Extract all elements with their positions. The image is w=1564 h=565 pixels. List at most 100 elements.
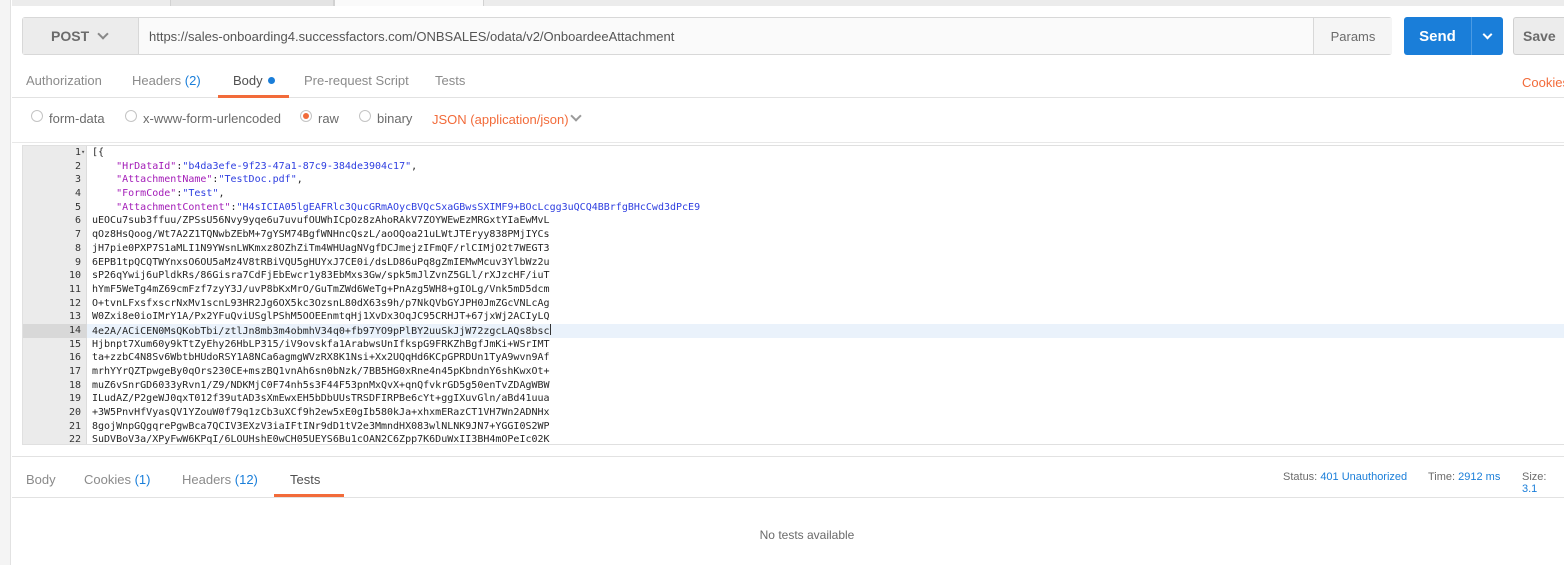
line-number: 20	[68, 407, 81, 419]
tab-label: Tests	[435, 73, 466, 88]
status-value[interactable]: 401 Unauthorized	[1320, 471, 1407, 483]
code-content: jH7pie0PXP7S1aMLI1N9YWsnLWKmxz8OZhZiTm4W…	[92, 242, 550, 254]
tab-authorization[interactable]: Authorization	[26, 73, 102, 88]
status-readout: Status: 401 Unauthorized	[1283, 471, 1407, 483]
radio-form-data[interactable]	[31, 110, 43, 122]
code-line[interactable]: 13 W0Zxi8e0ioIMrY1A/Px2YFuQviUSglPShM5OOE…	[23, 310, 1564, 324]
code-content: ta+zzbC4N8Sv6WbtbHUdoRSY1A8NCa6agmgWVzRX…	[92, 352, 550, 364]
tab-headers[interactable]: Headers (2)	[132, 73, 201, 88]
code-content: W0Zxi8e0ioIMrY1A/Px2YFuQviUSglPShM5OOEEn…	[92, 311, 550, 323]
code-line[interactable]: 11 hYmF5WeTg4mZ69cmFzf7zyY3J/uvP8bKxMrO/G…	[23, 283, 1564, 297]
tab-tests[interactable]: Tests	[435, 73, 465, 88]
radio-binary[interactable]	[359, 110, 371, 122]
line-number: 19	[68, 393, 81, 405]
line-number: 16	[68, 352, 81, 364]
content-type-select[interactable]: JSON (application/json)	[432, 112, 569, 127]
radio-raw[interactable]	[300, 110, 312, 122]
cookies-link[interactable]: Cookies	[1522, 75, 1564, 90]
code-line[interactable]: 15 Hjbnpt7Xum60y9kTtZyEhy26HbLP315/iV9ovs…	[23, 338, 1564, 352]
json-key: "FormCode"	[116, 188, 177, 200]
chevron-down-icon[interactable]	[570, 110, 582, 122]
code-line[interactable]: 21 8gojWnpGQgqrePgwBca7QCIV3EXzV3iaIFtINr…	[23, 420, 1564, 434]
code-line[interactable]: 12 O+tvnLFxsfxscrNxMv1scnL93HR2Jg6OX5kc3O…	[23, 297, 1564, 311]
time-readout: Time: 2912 ms	[1428, 471, 1500, 483]
code-text: +3W5PnvHfVyasQV1YZouW0f79q1zCb3uXCf9h2ew…	[92, 406, 550, 420]
code-text: mrhYYrQZTpwgeBy0qOrs230CE+mszBQ1vnAh6sn0…	[92, 365, 550, 379]
code-content: Hjbnpt7Xum60y9kTtZyEhy26HbLP315/iV9ovskf…	[92, 338, 550, 350]
tab-body[interactable]: Body	[233, 73, 275, 88]
tab-pre-request-script[interactable]: Pre-request Script	[304, 73, 409, 88]
line-number: 13	[68, 311, 81, 323]
code-content: uEOCu7sub3ffuu/ZPSsU56Nvy9yqe6u7uvufOUWh…	[92, 215, 550, 227]
code-editor[interactable]: 1 ▾ [{2 "HrDataId":"b4da3efe-9f23-47a1-87c…	[22, 145, 1564, 445]
code-content: ILudAZ/P2geWJ0qxT012f39utAD3sXmEwxEH5bDb…	[92, 393, 550, 405]
status-label: Status:	[1283, 471, 1318, 483]
line-number: 21	[68, 420, 81, 432]
json-value: "Test"	[182, 188, 219, 200]
code-content: 4e2A/ACiCEN0MsQKobTbi/ztlJn8mb3m4obmhV34…	[92, 325, 550, 337]
code-text: 8gojWnpGQgqrePgwBca7QCIV3EXzV3iaIFtINr9d…	[92, 420, 550, 434]
send-button[interactable]: Send	[1404, 17, 1503, 55]
json-value: "TestDoc.pdf"	[218, 174, 297, 186]
code-line[interactable]: 14 4e2A/ACiCEN0MsQKobTbi/ztlJn8mb3m4obmhV…	[23, 323, 1564, 338]
time-value[interactable]: 2912 ms	[1458, 471, 1500, 483]
size-value[interactable]: 3.1	[1522, 483, 1537, 495]
send-options-button[interactable]	[1471, 17, 1503, 55]
code-line[interactable]: 8 jH7pie0PXP7S1aMLI1N9YWsnLWKmxz8OZhZiTm4…	[23, 242, 1564, 256]
response-tab-headers[interactable]: Headers (12)	[182, 472, 258, 487]
code-line[interactable]: 5 "AttachmentContent":"H4sICIA05lgEAFRlc…	[23, 201, 1564, 215]
response-tab-tests[interactable]: Tests	[290, 472, 320, 487]
code-content: sP26qYwij6uPldkRs/86Gisra7CdFjEbEwcr1y83…	[92, 270, 550, 282]
params-button[interactable]: Params	[1313, 18, 1392, 54]
code-content: qOz8HsQoog/Wt7A2Z1TQNwbZEbM+7gYSM74BgfWN…	[92, 229, 550, 241]
save-button[interactable]: Save	[1513, 17, 1564, 55]
code-line[interactable]: 1 ▾ [{	[23, 146, 1564, 160]
response-tabs: Body Cookies (1) Headers (12) Tests Stat…	[12, 458, 1564, 498]
code-line[interactable]: 10 sP26qYwij6uPldkRs/86Gisra7CdFjEbEwcr1y…	[23, 269, 1564, 283]
send-label[interactable]: Send	[1404, 17, 1471, 55]
code-text: sP26qYwij6uPldkRs/86Gisra7CdFjEbEwcr1y83…	[92, 269, 550, 283]
code-text: W0Zxi8e0ioIMrY1A/Px2YFuQviUSglPShM5OOEEn…	[92, 310, 550, 324]
code-line[interactable]: 18 muZ6vSnrGD6033yRvn1/Z9/NDKMjC0F74nh5s3…	[23, 379, 1564, 393]
left-sidebar-edge	[0, 0, 11, 565]
code-line[interactable]: 7 qOz8HsQoog/Wt7A2Z1TQNwbZEbM+7gYSM74BgfW…	[23, 228, 1564, 242]
request-tab-strip[interactable]	[12, 0, 1564, 6]
request-tab[interactable]	[170, 0, 334, 6]
code-line[interactable]: 3 "AttachmentName":"TestDoc.pdf",	[23, 173, 1564, 187]
code-lines[interactable]: 1 ▾ [{2 "HrDataId":"b4da3efe-9f23-47a1-87c…	[23, 146, 1564, 444]
code-line[interactable]: 20 +3W5PnvHfVyasQV1YZouW0f79q1zCb3uXCf9h2…	[23, 406, 1564, 420]
code-line[interactable]: 22 SuDVBoV3a/XPyFwW6KPqI/6LOUHshE0wCH05UE…	[23, 433, 1564, 444]
code-line[interactable]: 4 "FormCode":"Test",	[23, 187, 1564, 201]
code-text: jH7pie0PXP7S1aMLI1N9YWsnLWKmxz8OZhZiTm4W…	[92, 242, 550, 256]
code-line[interactable]: 17 mrhYYrQZTpwgeBy0qOrs230CE+mszBQ1vnAh6s…	[23, 365, 1564, 379]
url-input[interactable]	[149, 27, 1309, 45]
radio-urlencoded[interactable]	[125, 110, 137, 122]
line-number: 8	[74, 242, 81, 254]
code-line[interactable]: 6 uEOCu7sub3ffuu/ZPSsU56Nvy9yqe6u7uvufOUW…	[23, 214, 1564, 228]
code-line[interactable]: 2 "HrDataId":"b4da3efe-9f23-47a1-87c9-38…	[23, 160, 1564, 174]
line-number: 9	[74, 256, 81, 268]
line-number: 18	[68, 379, 81, 391]
code-text: [{	[92, 146, 104, 160]
code-text: "HrDataId":"b4da3efe-9f23-47a1-87c9-384d…	[92, 160, 417, 174]
code-line[interactable]: 9 6EPB1tpQCQTWYnxsO6OU5aMz4V8tRBiVQU5gHUY…	[23, 256, 1564, 270]
comma: ,	[296, 174, 303, 186]
json-key: "HrDataId"	[116, 160, 177, 172]
tab-label: Headers	[182, 472, 232, 487]
code-line[interactable]: 19 ILudAZ/P2geWJ0qxT012f39utAD3sXmEwxEH5b…	[23, 392, 1564, 406]
method-select[interactable]: POST	[23, 18, 139, 54]
response-tab-body[interactable]: Body	[26, 472, 56, 487]
code-text: "AttachmentName":"TestDoc.pdf",	[92, 173, 303, 187]
request-tab-active[interactable]	[334, 0, 484, 6]
line-number: 10	[68, 270, 81, 282]
code-text: hYmF5WeTg4mZ69cmFzf7zyY3J/uvP8bKxMrO/GuT…	[92, 283, 550, 297]
line-number: 6	[74, 215, 81, 227]
fold-toggle-icon[interactable]: ▾	[81, 146, 85, 160]
code-content: +3W5PnvHfVyasQV1YZouW0f79q1zCb3uXCf9h2ew…	[92, 407, 550, 419]
code-text: "AttachmentContent":"H4sICIA05lgEAFRlc3Q…	[92, 201, 700, 215]
code-content: hYmF5WeTg4mZ69cmFzf7zyY3J/uvP8bKxMrO/GuT…	[92, 283, 550, 295]
response-tab-cookies[interactable]: Cookies (1)	[84, 472, 150, 487]
code-line[interactable]: 16 ta+zzbC4N8Sv6WbtbHUdoRSY1A8NCa6agmgWVz…	[23, 351, 1564, 365]
code-content: 6EPB1tpQCQTWYnxsO6OU5aMz4V8tRBiVQU5gHUYx…	[92, 256, 550, 268]
